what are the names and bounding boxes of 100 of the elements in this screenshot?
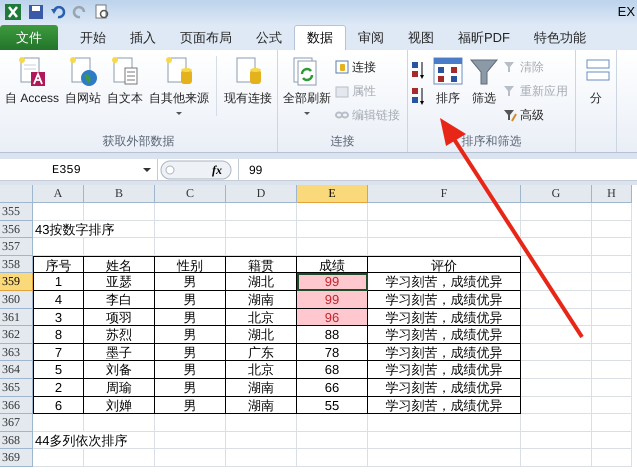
table-cell: 墨子	[84, 344, 155, 362]
ribbon-button[interactable]: 现有连接	[222, 56, 274, 106]
spreadsheet-app-icon[interactable]	[4, 3, 22, 21]
grid-cell	[297, 449, 368, 467]
advanced-filter-icon[interactable]	[503, 108, 518, 122]
table-cell: 亚瑟	[84, 273, 155, 291]
grid-cell	[592, 256, 632, 274]
ribbon-tab[interactable]: 页面布局	[168, 25, 244, 50]
column-header[interactable]: G	[521, 185, 592, 203]
column-header[interactable]: E	[297, 185, 368, 203]
table-cell: 项羽	[84, 308, 155, 326]
column-header[interactable]: D	[226, 185, 297, 203]
row-header[interactable]: 362	[0, 326, 33, 344]
formula-input[interactable]: 99	[238, 159, 637, 180]
ribbon-button[interactable]: 筛选	[467, 56, 502, 106]
table-cell: 周瑜	[84, 378, 155, 397]
ribbon-tab[interactable]: 审阅	[346, 25, 396, 50]
document-access-icon[interactable]	[17, 56, 47, 86]
grid-cell	[155, 220, 226, 238]
row-header[interactable]: 365	[0, 378, 33, 397]
row-header[interactable]: 361	[0, 308, 33, 326]
table-cell: 学习刻苦，成绩优异	[368, 344, 521, 362]
document-database-icon[interactable]	[164, 56, 194, 86]
row-header[interactable]: 363	[0, 344, 33, 362]
grid-cell	[226, 220, 297, 238]
row-header[interactable]: 367	[0, 414, 33, 432]
ribbon-button[interactable]: 自其他来源	[147, 56, 212, 116]
name-box[interactable]: E359	[0, 159, 158, 180]
column-header[interactable]: F	[368, 185, 521, 203]
document-globe-icon[interactable]	[68, 56, 98, 86]
column-header[interactable]: B	[84, 185, 155, 203]
formula-bar-handle[interactable]	[160, 160, 232, 180]
row-header[interactable]: 359	[0, 273, 33, 291]
cell-text: 44多列依次排序	[33, 432, 155, 450]
ribbon-tab[interactable]: 开始	[68, 25, 118, 50]
ribbon-button[interactable]: 自文本	[105, 56, 146, 106]
ribbon-tab[interactable]: 文件	[0, 25, 58, 50]
ribbon-tab[interactable]: 特色功能	[522, 25, 598, 50]
grid-cell	[592, 396, 632, 414]
grid-cell	[155, 414, 226, 432]
column-header[interactable]: A	[33, 185, 84, 203]
ribbon-button[interactable]: 排序	[431, 56, 466, 106]
document-text-icon[interactable]	[110, 56, 140, 86]
magnifier-page-icon[interactable]	[94, 4, 110, 20]
table-cell: 刘备	[84, 361, 155, 379]
row-header[interactable]: 358	[0, 256, 33, 274]
grid-cell	[521, 361, 592, 379]
table-cell: 学习刻苦，成绩优异	[368, 273, 521, 291]
table-cell: 学习刻苦，成绩优异	[368, 361, 521, 379]
grid-cell	[521, 449, 592, 467]
table-cell: 1	[33, 273, 84, 291]
table-cell: 7	[33, 344, 84, 362]
grid-cell	[226, 449, 297, 467]
sort-ascending-icon[interactable]	[411, 60, 426, 80]
ribbon-tab[interactable]: 插入	[118, 25, 168, 50]
row-header[interactable]: 368	[0, 432, 33, 450]
undo-icon[interactable]	[50, 4, 66, 20]
row-header[interactable]: 364	[0, 361, 33, 379]
table-cell: 湖北	[226, 326, 297, 344]
table-cell: 男	[155, 378, 226, 397]
column-header[interactable]: C	[155, 185, 226, 203]
ribbon-button[interactable]: 全部刷新	[281, 56, 334, 116]
table-cell: 学习刻苦，成绩优异	[368, 290, 521, 309]
row-header[interactable]: 369	[0, 449, 33, 467]
grid-cell	[592, 308, 632, 326]
table-cell: 评价	[368, 256, 521, 274]
dropdown-arrow-icon[interactable]	[176, 112, 182, 116]
ribbon-button[interactable]: 自 Access	[3, 56, 62, 106]
table-cell: 男	[155, 361, 226, 379]
ribbon-button[interactable]: 连接	[335, 57, 400, 77]
grid-cell	[155, 203, 226, 221]
grid-cell	[521, 378, 592, 397]
ribbon-tab[interactable]: 数据	[294, 25, 346, 50]
row-header[interactable]: 366	[0, 396, 33, 414]
ribbon-tab[interactable]: 福昕PDF	[446, 25, 522, 50]
ribbon-tab[interactable]: 公式	[244, 25, 294, 50]
sort-descending-icon[interactable]	[411, 86, 426, 106]
column-header[interactable]: H	[592, 185, 632, 203]
grid-cell	[592, 220, 632, 238]
dropdown-arrow-icon[interactable]	[304, 112, 310, 116]
grid-cell	[33, 414, 84, 432]
ribbon-button[interactable]: 自网站	[63, 56, 104, 106]
table-cell: 99	[297, 273, 368, 291]
sort-grid-icon[interactable]	[433, 56, 464, 86]
ribbon-tab[interactable]: 视图	[396, 25, 446, 50]
ribbon-button[interactable]: 分	[579, 56, 614, 106]
dropdown-arrow-icon[interactable]	[143, 168, 151, 172]
grid-cell	[592, 432, 632, 450]
table-cell: 55	[297, 396, 368, 414]
table-cell: 湖南	[226, 396, 297, 414]
grid-cell	[521, 344, 592, 362]
row-header[interactable]: 357	[0, 238, 33, 256]
save-icon[interactable]	[28, 4, 44, 20]
grid-cell	[521, 290, 592, 309]
table-cell: 学习刻苦，成绩优异	[368, 326, 521, 344]
row-header[interactable]: 356	[0, 220, 33, 238]
row-header[interactable]: 355	[0, 203, 33, 221]
ribbon-button[interactable]: 高级	[503, 105, 568, 125]
row-header[interactable]: 360	[0, 290, 33, 309]
table-cell: 2	[33, 378, 84, 397]
